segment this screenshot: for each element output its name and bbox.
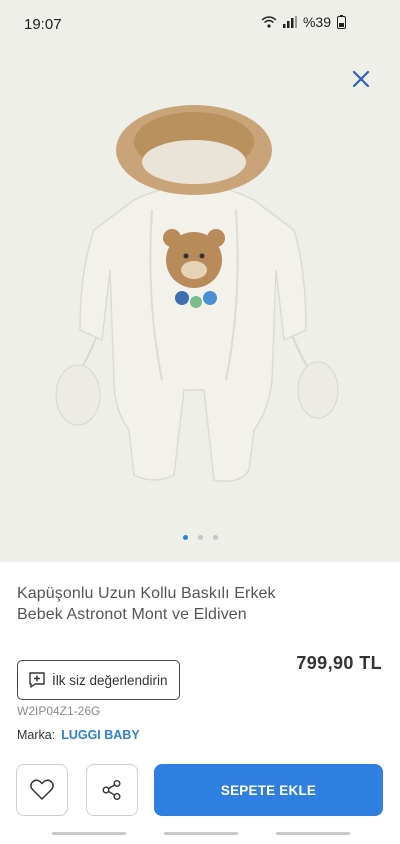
system-nav-bar	[0, 824, 400, 844]
product-gallery[interactable]	[0, 0, 400, 562]
status-bar: 19:07 %39	[0, 0, 400, 44]
share-icon	[102, 780, 121, 800]
status-time: 19:07	[24, 16, 62, 33]
add-to-cart-button[interactable]: SEPETE EKLE	[154, 764, 383, 816]
carousel-dot[interactable]	[197, 535, 203, 540]
nav-handle[interactable]	[276, 832, 350, 835]
nav-handle[interactable]	[164, 832, 238, 835]
status-icons: %39	[261, 14, 346, 30]
close-button[interactable]	[348, 66, 374, 92]
carousel-dot[interactable]	[212, 535, 218, 540]
battery-icon	[337, 15, 346, 29]
wifi-icon	[261, 16, 277, 28]
battery-percent: %39	[302, 14, 331, 30]
write-review-button[interactable]: İlk siz değerlendirin	[17, 660, 180, 700]
share-button[interactable]	[86, 764, 138, 816]
brand-row: Marka: LUGGI BABY	[17, 728, 140, 742]
brand-link[interactable]: LUGGI BABY	[61, 728, 139, 742]
add-review-icon	[29, 672, 45, 688]
favorite-button[interactable]	[16, 764, 68, 816]
product-image[interactable]	[44, 80, 344, 520]
product-title: Kapüşonlu Uzun Kollu Baskılı Erkek Bebek…	[17, 585, 276, 623]
product-sku: W2IP04Z1-26G	[17, 704, 101, 718]
write-review-label: İlk siz değerlendirin	[52, 672, 168, 688]
close-icon	[352, 70, 370, 88]
action-bar: SEPETE EKLE	[0, 764, 400, 818]
brand-label: Marka:	[17, 728, 56, 742]
carousel-dot[interactable]	[182, 535, 188, 540]
product-price: 799,90 TL	[296, 653, 382, 673]
nav-handle[interactable]	[52, 832, 126, 835]
carousel-dots[interactable]	[0, 535, 400, 540]
heart-icon	[30, 779, 54, 800]
signal-icon	[282, 16, 297, 28]
